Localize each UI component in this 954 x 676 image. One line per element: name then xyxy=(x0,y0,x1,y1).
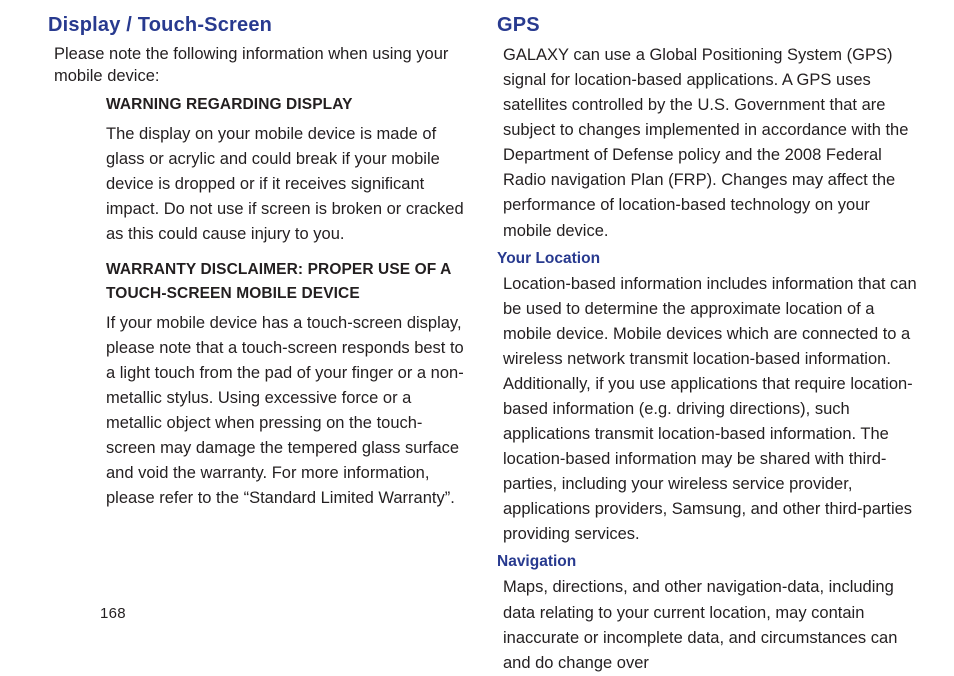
gps-intro: GALAXY can use a Global Positioning Syst… xyxy=(503,43,918,244)
warning-2-title-line-2: TOUCH-SCREEN MOBILE DEVICE xyxy=(106,285,465,303)
right-column: GPS GALAXY can use a Global Positioning … xyxy=(497,14,918,676)
warning-block-1: WARNING REGARDING DISPLAY The display on… xyxy=(106,96,469,247)
subheading-navigation: Navigation xyxy=(497,553,918,571)
warning-block-2: WARRANTY DISCLAIMER: PROPER USE OF A TOU… xyxy=(106,261,469,512)
left-column: Display / Touch-Screen Please note the f… xyxy=(48,14,469,676)
your-location-body: Location-based information includes info… xyxy=(503,272,918,548)
warning-2-body: If your mobile device has a touch-screen… xyxy=(106,311,465,512)
warning-1-body: The display on your mobile device is mad… xyxy=(106,122,465,247)
warning-1-title: WARNING REGARDING DISPLAY xyxy=(106,96,465,114)
warning-2-title-line-1: WARRANTY DISCLAIMER: PROPER USE OF A xyxy=(106,261,465,279)
page-number: 168 xyxy=(100,605,126,622)
subheading-your-location: Your Location xyxy=(497,250,918,268)
navigation-body: Maps, directions, and other navigation-d… xyxy=(503,575,918,675)
page-two-column: Display / Touch-Screen Please note the f… xyxy=(0,0,954,676)
heading-gps: GPS xyxy=(497,14,918,37)
heading-display-touchscreen: Display / Touch-Screen xyxy=(48,14,469,37)
intro-paragraph: Please note the following information wh… xyxy=(54,43,469,88)
